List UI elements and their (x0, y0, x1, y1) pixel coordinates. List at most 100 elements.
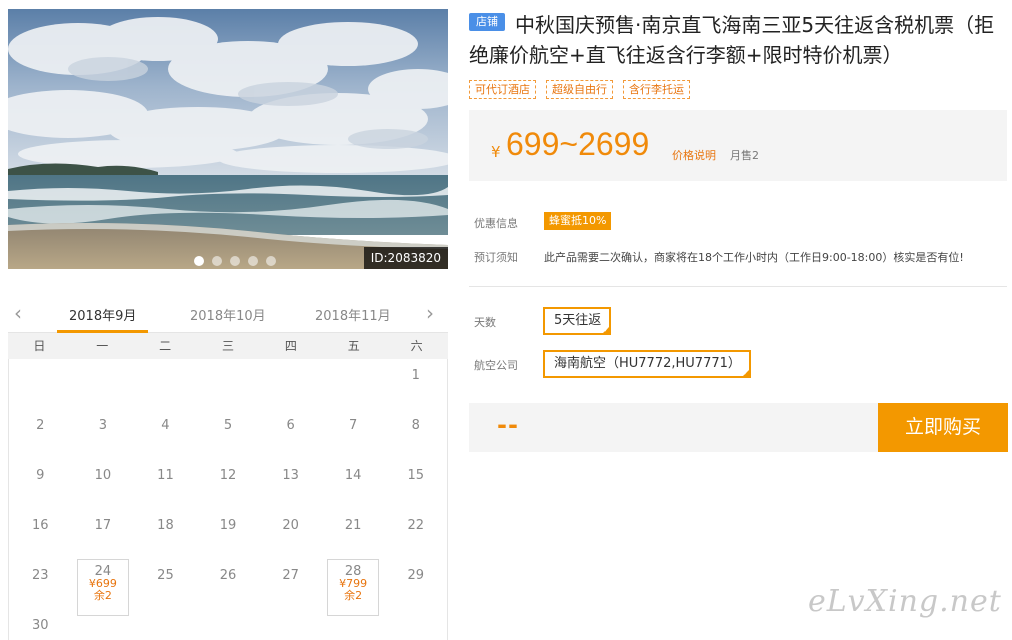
tag-hotel: 可代订酒店 (469, 80, 536, 99)
calendar-week-row: 2 3 4 5 6 7 8 (9, 409, 447, 459)
day-number: 13 (282, 468, 299, 483)
carousel-dot[interactable] (230, 256, 240, 266)
calendar-day: 5 (197, 409, 260, 459)
calendar-day: 30 (9, 609, 72, 640)
days-label: 天数 (474, 316, 496, 329)
calendar-week-row: 23 24 ¥699 余2 25 26 27 28 ¥799 余2 29 (9, 559, 447, 616)
day-number: 19 (219, 518, 237, 533)
airline-option-hainan[interactable]: 海南航空（HU7772,HU7771） ✓ (543, 350, 751, 378)
calendar-day: 19 (197, 509, 260, 559)
calendar-day: 8 (384, 409, 447, 459)
product-image[interactable]: ID:2083820 (8, 9, 448, 269)
calendar-day: 13 (259, 459, 322, 509)
price-box: ¥ 699~2699 价格说明 月售2 (469, 110, 1007, 181)
calendar-day: 29 (384, 559, 447, 609)
calendar-empty-cell (322, 359, 385, 409)
calendar-day: 9 (9, 459, 72, 509)
day-number: 28 (344, 564, 362, 579)
tab-month-1[interactable]: 2018年9月 (56, 305, 149, 333)
day-number: 20 (282, 518, 299, 533)
calendar-empty-cell (322, 609, 385, 640)
calendar-day: 2 (9, 409, 72, 459)
price-range: 699~2699 (506, 126, 650, 162)
day-number: 8 (411, 418, 420, 433)
day-number: 22 (407, 518, 425, 533)
total-price-bar: -- (469, 403, 878, 452)
day-number: 21 (344, 518, 362, 533)
monthly-sales: 月售2 (730, 149, 759, 162)
calendar-week-row: 16 17 18 19 20 21 22 (9, 509, 447, 559)
days-option-5day[interactable]: 5天往返 ✓ (543, 307, 612, 335)
calendar-empty-cell (72, 359, 135, 409)
chevron-left-icon[interactable]: ‹ (14, 303, 28, 324)
tag-luggage: 含行李托运 (623, 80, 690, 99)
calendar-week-row: 1 (9, 359, 447, 409)
weekday-label: 五 (347, 339, 360, 353)
day-number: 7 (349, 418, 358, 433)
promo-label: 优惠信息 (474, 217, 518, 230)
tab-month-3[interactable]: 2018年11月 (315, 305, 391, 324)
day-number: 11 (157, 468, 174, 483)
chevron-right-icon[interactable]: › (426, 303, 440, 324)
calendar-day: 1 (384, 359, 447, 409)
image-id-badge: ID:2083820 (363, 247, 448, 269)
calendar-day: 3 (72, 409, 135, 459)
calendar-month-nav: ‹ 2018年9月 2018年10月 2018年11月 › (8, 296, 448, 333)
weekday-label: 一 (96, 339, 109, 353)
calendar-empty-cell (9, 359, 72, 409)
site-watermark: eLvXing.net (808, 584, 1002, 619)
calendar-day: 14 (322, 459, 385, 509)
calendar-day: 4 (134, 409, 197, 459)
calendar-day: 12 (197, 459, 260, 509)
calendar-empty-cell (72, 609, 135, 640)
calendar-day: 27 (259, 559, 322, 609)
day-number: 27 (282, 568, 299, 583)
day-number: 25 (157, 568, 174, 583)
carousel-dot[interactable] (212, 256, 222, 266)
day-number: 3 (98, 418, 107, 433)
product-tags: 可代订酒店 超级自由行 含行李托运 (469, 80, 690, 99)
day-number: 12 (219, 468, 237, 483)
calendar-day: 23 (9, 559, 72, 609)
calendar-grid: 1 2 3 4 5 6 7 8 9 10 11 12 13 14 15 16 17 18 19 20 21 22 23 24 ¥… (8, 359, 448, 640)
calendar-day: 22 (384, 509, 447, 559)
price-explain-link[interactable]: 价格说明 (672, 147, 716, 163)
calendar-week-row: 9 10 11 12 13 14 15 (9, 459, 447, 509)
calendar-day[interactable]: 24 ¥699 余2 (72, 559, 135, 616)
calendar-empty-cell (134, 359, 197, 409)
calendar-day: 11 (134, 459, 197, 509)
check-icon: ✓ (743, 369, 749, 377)
calendar-empty-cell (259, 359, 322, 409)
calendar-weekday-header: 日一二三四五六 (8, 333, 448, 359)
calendar-day: 18 (134, 509, 197, 559)
weekday-label: 六 (410, 339, 423, 353)
day-number: 16 (32, 518, 49, 533)
calendar-empty-cell (259, 609, 322, 640)
calendar-week-row: 30 (9, 609, 447, 640)
weekday-label: 四 (284, 339, 297, 353)
calendar-day: 15 (384, 459, 447, 509)
days-option-label: 5天往返 (554, 313, 602, 328)
calendar-day: 20 (259, 509, 322, 559)
calendar-empty-cell (134, 609, 197, 640)
day-number: 29 (407, 568, 425, 583)
calendar-day: 7 (322, 409, 385, 459)
calendar-day: 21 (322, 509, 385, 559)
calendar-empty-cell (197, 609, 260, 640)
day-number: 14 (344, 468, 362, 483)
calendar-day[interactable]: 28 ¥799 余2 (322, 559, 385, 616)
tab-month-2[interactable]: 2018年10月 (190, 305, 266, 324)
date-calendar: ‹ 2018年9月 2018年10月 2018年11月 › 日一二三四五六 12… (8, 296, 448, 640)
total-price: -- (497, 411, 519, 439)
airline-option-label: 海南航空（HU7772,HU7771） (554, 356, 741, 371)
promo-badge: 蜂蜜抵10% (544, 212, 612, 230)
carousel-dot[interactable] (194, 256, 204, 266)
buy-now-button[interactable]: 立即购买 (878, 403, 1008, 452)
calendar-day: 17 (72, 509, 135, 559)
carousel-dot[interactable] (248, 256, 258, 266)
day-number: 2 (36, 418, 45, 433)
calendar-day: 10 (72, 459, 135, 509)
carousel-dot[interactable] (266, 256, 276, 266)
calendar-day: 25 (134, 559, 197, 609)
check-icon: ✓ (603, 326, 610, 334)
